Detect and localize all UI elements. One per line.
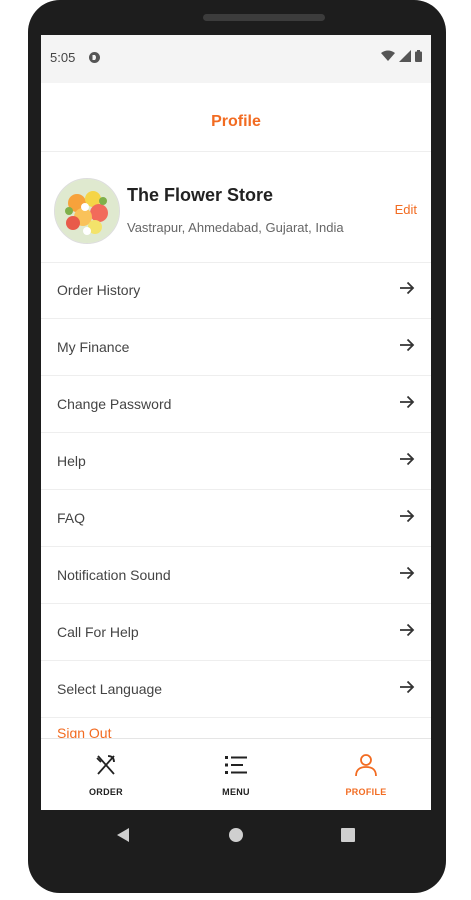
menu-item-label: Call For Help	[57, 624, 139, 640]
menu-item-label: My Finance	[57, 339, 130, 355]
menu-item-faq[interactable]: FAQ	[41, 490, 431, 547]
menu-item-my-finance[interactable]: My Finance	[41, 319, 431, 376]
tab-label: MENU	[222, 787, 250, 797]
menu-item-call-for-help[interactable]: Call For Help	[41, 604, 431, 661]
flower-bouquet-image	[55, 179, 119, 243]
profile-card: The Flower Store Vastrapur, Ahmedabad, G…	[41, 151, 431, 263]
battery-icon	[415, 50, 422, 62]
speaker-grille	[203, 14, 325, 21]
menu-item-order-history[interactable]: Order History	[41, 262, 431, 319]
status-icons	[381, 50, 422, 62]
fork-knife-icon	[96, 755, 115, 775]
arrow-right-icon	[400, 338, 415, 352]
tab-order[interactable]: ORDER	[41, 739, 171, 810]
menu-item-label: Change Password	[57, 396, 172, 412]
back-icon[interactable]	[115, 827, 131, 843]
store-name: The Flower Store	[127, 185, 274, 205]
list-icon	[225, 756, 247, 774]
tab-label: PROFILE	[345, 787, 387, 797]
home-icon[interactable]	[228, 827, 244, 843]
arrow-right-icon	[400, 509, 415, 523]
person-icon	[355, 754, 377, 777]
status-bar: 5:05	[41, 35, 431, 83]
tab-label: ORDER	[88, 787, 123, 797]
menu-item-help[interactable]: Help	[41, 433, 431, 490]
menu-item-label: Help	[57, 453, 86, 469]
menu-item-select-language[interactable]: Select Language	[41, 661, 431, 718]
avatar[interactable]	[54, 178, 120, 244]
profile-menu-list: Order History My Finance Change Password…	[41, 262, 431, 718]
tab-profile[interactable]: PROFILE	[301, 739, 431, 810]
menu-item-label: Order History	[57, 282, 141, 298]
tab-menu[interactable]: MENU	[171, 739, 301, 810]
arrow-right-icon	[400, 452, 415, 466]
menu-item-label: Select Language	[57, 681, 163, 697]
menu-item-change-password[interactable]: Change Password	[41, 376, 431, 433]
menu-item-label: Notification Sound	[57, 567, 171, 583]
arrow-right-icon	[400, 281, 415, 295]
arrow-right-icon	[400, 566, 415, 580]
menu-item-notification-sound[interactable]: Notification Sound	[41, 547, 431, 604]
app-d-icon	[89, 52, 100, 63]
arrow-right-icon	[400, 623, 415, 637]
menu-item-label: FAQ	[57, 510, 86, 526]
page-title: Profile	[211, 113, 261, 130]
arrow-right-icon	[400, 680, 415, 694]
screen: 5:05 Profile The Flower Store Vastrapur,…	[41, 35, 431, 810]
app-header: Profile	[41, 83, 431, 152]
signal-icon	[399, 50, 411, 62]
status-time: 5:05	[50, 50, 76, 65]
recents-icon[interactable]	[340, 827, 356, 843]
arrow-right-icon	[400, 395, 415, 409]
bottom-nav: ORDER MENU PROFILE	[41, 738, 431, 810]
edit-profile-button[interactable]: Edit	[395, 202, 417, 217]
wifi-icon	[381, 50, 395, 61]
store-address: Vastrapur, Ahmedabad, Gujarat, India	[127, 220, 344, 235]
system-nav-bar	[41, 810, 431, 860]
